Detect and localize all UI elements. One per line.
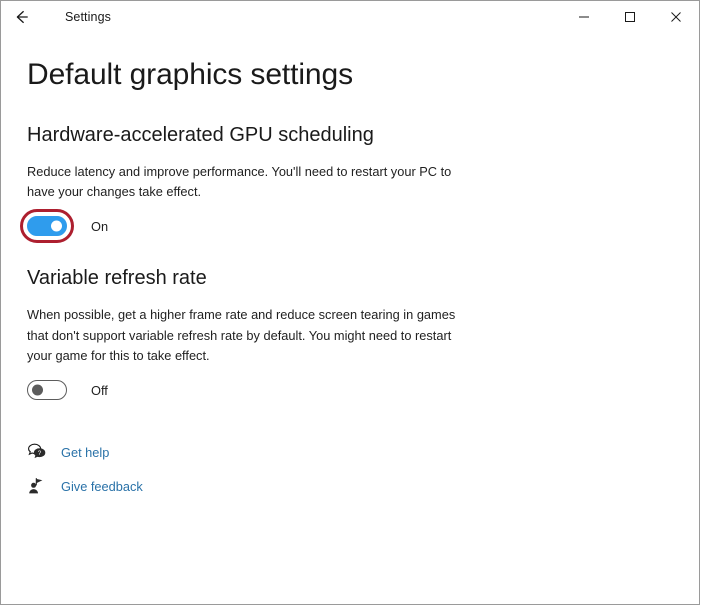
gpu-scheduling-toggle[interactable] bbox=[27, 216, 67, 237]
feedback-person-icon bbox=[27, 476, 47, 496]
app-title: Settings bbox=[65, 10, 111, 24]
back-arrow-icon bbox=[12, 7, 32, 27]
section-description: Reduce latency and improve performance. … bbox=[27, 164, 452, 200]
window-controls bbox=[561, 1, 699, 33]
toggle-knob bbox=[32, 384, 43, 396]
section-description: When possible, get a higher frame rate a… bbox=[27, 307, 456, 363]
get-help-link[interactable]: ? Get help bbox=[27, 442, 197, 462]
variable-refresh-rate-toggle-row: Off bbox=[27, 380, 177, 401]
help-bubble-icon: ? bbox=[27, 442, 47, 462]
link-label: Get help bbox=[61, 444, 110, 460]
section-title: Hardware-accelerated GPU scheduling bbox=[27, 124, 374, 146]
link-label: Give feedback bbox=[61, 478, 143, 494]
variable-refresh-rate-toggle[interactable] bbox=[27, 380, 67, 401]
section-variable-refresh-rate: Variable refresh rate When possible, get… bbox=[27, 266, 673, 401]
page-title: Default graphics settings bbox=[27, 58, 354, 91]
close-button[interactable] bbox=[653, 1, 699, 33]
footer-links: ? Get help Give feedback bbox=[27, 442, 673, 496]
minimize-button[interactable] bbox=[561, 1, 607, 33]
toggle-state-label: On bbox=[91, 218, 109, 234]
page-content: Default graphics settings Hardware-accel… bbox=[1, 33, 699, 496]
section-title: Variable refresh rate bbox=[27, 267, 207, 290]
minimize-icon bbox=[578, 11, 590, 23]
maximize-icon bbox=[624, 11, 636, 23]
toggle-state-label: Off bbox=[91, 382, 108, 398]
give-feedback-link[interactable]: Give feedback bbox=[27, 476, 197, 496]
section-gpu-scheduling: Hardware-accelerated GPU scheduling Redu… bbox=[20, 123, 673, 244]
back-button[interactable] bbox=[1, 2, 43, 32]
toggle-knob bbox=[51, 220, 62, 232]
close-icon bbox=[670, 11, 682, 23]
maximize-button[interactable] bbox=[607, 1, 653, 33]
gpu-scheduling-toggle-row: On bbox=[20, 209, 177, 244]
title-bar: Settings bbox=[1, 1, 699, 33]
settings-window: Settings Default graphics settings Hardw… bbox=[0, 0, 700, 605]
svg-text:?: ? bbox=[38, 450, 42, 457]
